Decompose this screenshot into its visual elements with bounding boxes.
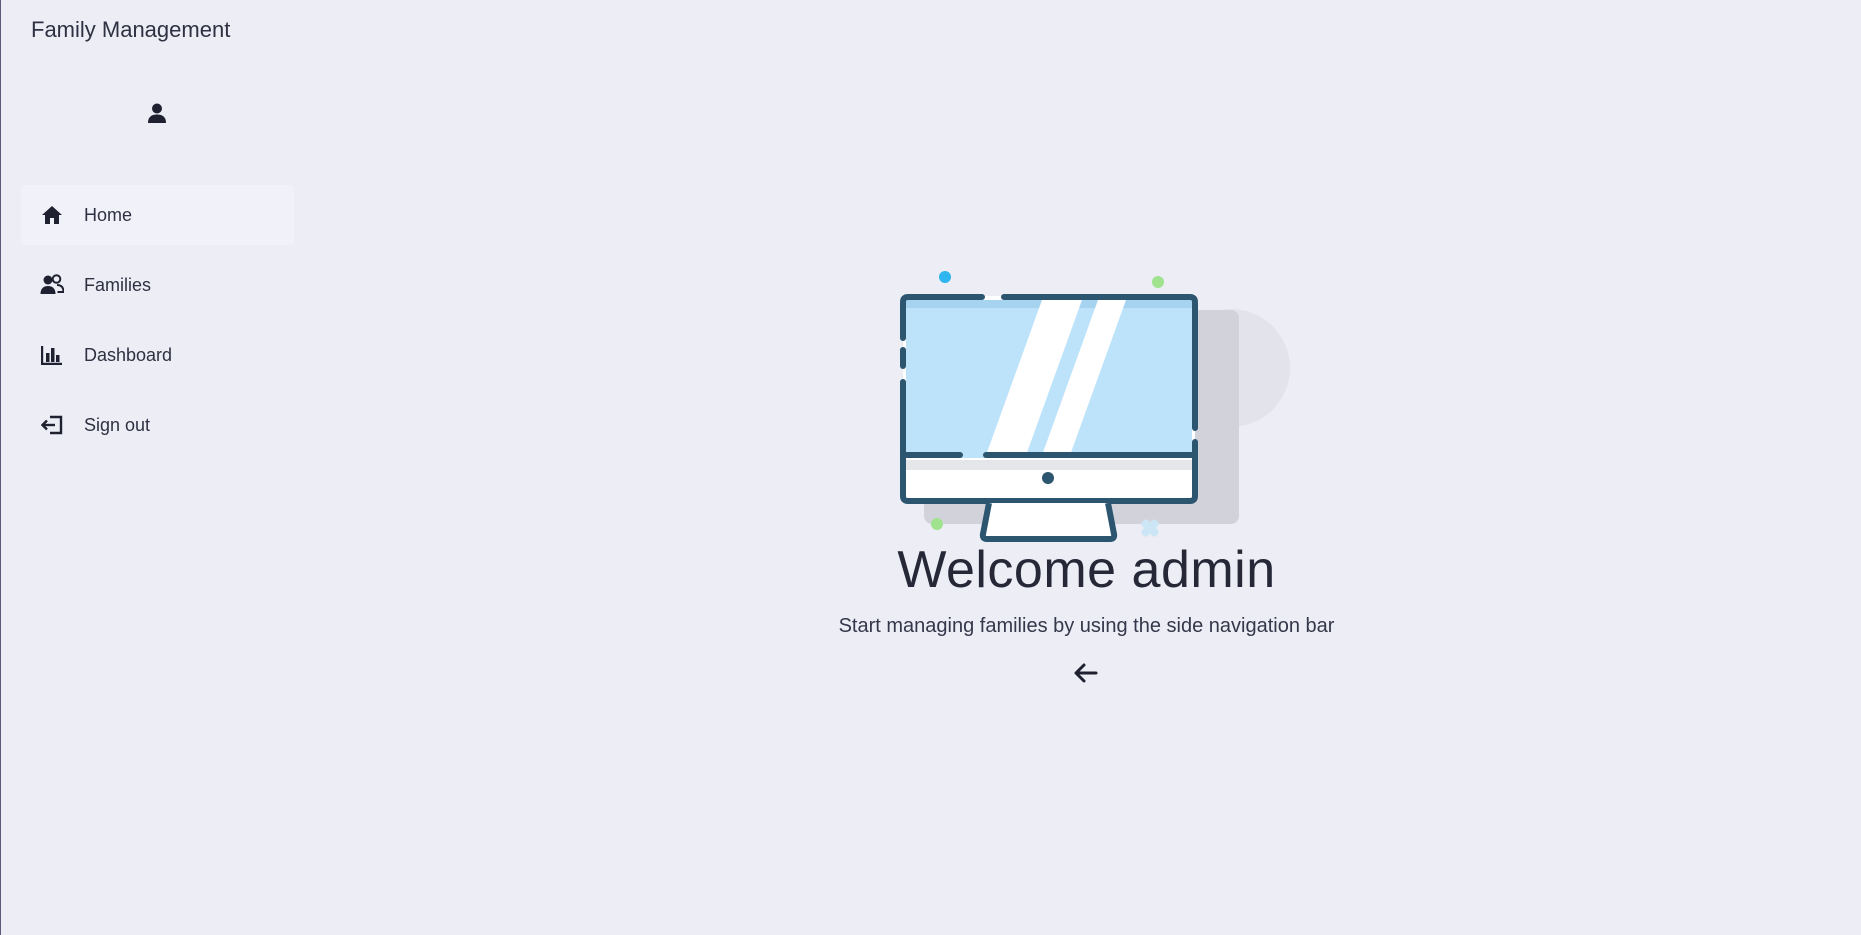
nav-item-home[interactable]: Home: [21, 185, 294, 245]
arrow-left-icon[interactable]: [1073, 661, 1099, 685]
home-icon: [40, 203, 64, 227]
nav-label-sign-out: Sign out: [84, 414, 151, 435]
sidebar: Family Management Home Families Dashboar…: [0, 0, 300, 935]
nav-item-dashboard[interactable]: Dashboard: [21, 325, 294, 385]
app-title: Family Management: [31, 17, 231, 42]
welcome-subtitle: Start managing families by using the sid…: [838, 615, 1335, 637]
nav-item-sign-out[interactable]: Sign out: [21, 395, 294, 455]
users-icon: [40, 273, 64, 297]
sign-out-icon: [40, 413, 64, 437]
user-icon[interactable]: [146, 102, 168, 124]
computer-monitor-illustration: [830, 262, 1342, 552]
nav-label-dashboard: Dashboard: [84, 344, 173, 365]
nav-label-families: Families: [84, 274, 152, 295]
chart-bar-icon: [40, 343, 64, 367]
nav-item-families[interactable]: Families: [21, 255, 294, 315]
side-navigation: Home Families Dashboard Sign out: [21, 185, 294, 465]
welcome-heading: Welcome admin: [897, 541, 1276, 599]
nav-label-home: Home: [84, 204, 133, 225]
